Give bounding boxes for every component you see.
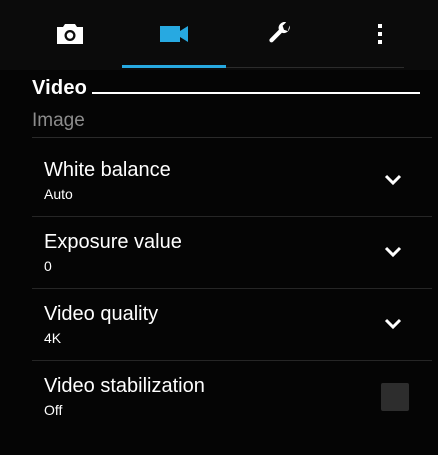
section-title: Video <box>32 77 88 99</box>
settings-tab-bar <box>0 0 438 70</box>
section-rule <box>92 92 420 94</box>
setting-exposure-value[interactable]: Exposure value 0 <box>0 216 438 289</box>
setting-title: Video stabilization <box>44 375 205 397</box>
section-header: Video <box>0 72 438 102</box>
tab-bar-divider <box>226 67 404 68</box>
more-vertical-icon <box>378 24 382 44</box>
setting-title: Exposure value <box>44 231 182 253</box>
tab-video[interactable] <box>122 0 226 68</box>
tab-tools[interactable] <box>230 0 330 68</box>
tab-more-options[interactable] <box>330 0 430 68</box>
category-divider <box>32 137 432 138</box>
setting-white-balance[interactable]: White balance Auto <box>0 144 438 217</box>
setting-title: Video quality <box>44 303 159 325</box>
setting-video-quality[interactable]: Video quality 4K <box>0 288 438 361</box>
setting-value: Auto <box>44 186 73 202</box>
setting-value: 4K <box>44 330 62 346</box>
camera-icon <box>57 24 83 44</box>
chevron-down-icon[interactable] <box>384 174 402 186</box>
chevron-down-icon[interactable] <box>384 318 402 330</box>
setting-value: 0 <box>44 258 52 274</box>
camera-settings-screen: Video Image White balance Auto Exposure … <box>0 0 438 455</box>
wrench-icon <box>269 22 290 43</box>
category-label: Image <box>32 110 85 131</box>
chevron-down-icon[interactable] <box>384 246 402 258</box>
setting-video-stabilization[interactable]: Video stabilization Off <box>0 360 438 433</box>
setting-title: White balance <box>44 159 171 181</box>
tab-camera[interactable] <box>20 0 120 68</box>
active-tab-indicator <box>122 65 226 68</box>
video-camera-icon <box>160 26 188 42</box>
stabilization-checkbox[interactable] <box>381 383 409 411</box>
setting-value: Off <box>44 402 63 418</box>
